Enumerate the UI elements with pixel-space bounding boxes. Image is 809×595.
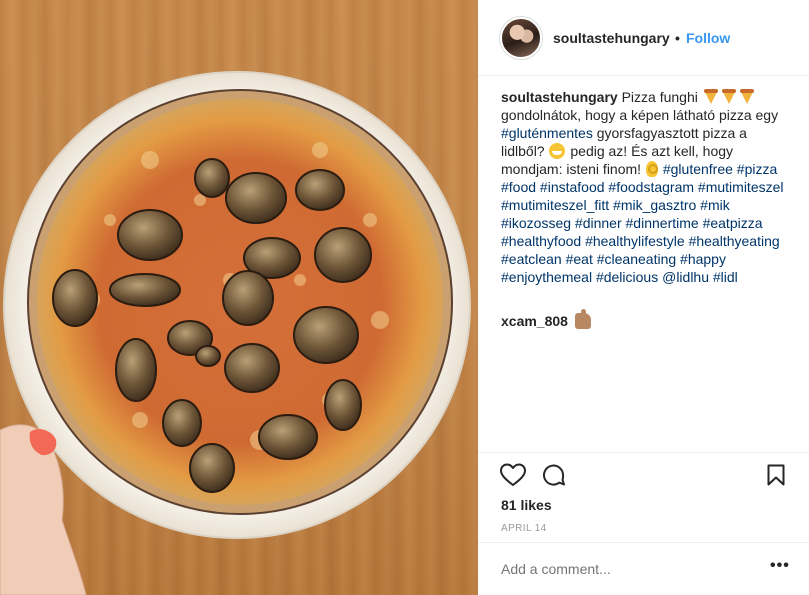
add-comment-bar: ••• (478, 542, 809, 595)
add-comment-input[interactable] (501, 561, 751, 577)
action-bar-divider (478, 452, 809, 453)
save-button[interactable] (767, 464, 785, 491)
thumbs-up-emoji (574, 309, 591, 329)
avatar[interactable] (500, 17, 542, 59)
post-details-panel: soultastehungary • Follow soultastehunga… (478, 0, 809, 595)
more-options-button[interactable]: ••• (770, 557, 790, 575)
post-header: soultastehungary • Follow (478, 0, 809, 76)
ok-hand-emoji (645, 161, 658, 177)
pizza-emoji (703, 89, 719, 105)
caption-username[interactable]: soultastehungary (501, 89, 618, 105)
post-photo[interactable] (0, 0, 478, 595)
bookmark-icon (767, 464, 785, 486)
header-separator: • (675, 30, 680, 46)
comment-username[interactable]: xcam_808 (501, 313, 568, 329)
pizza-emoji (721, 89, 737, 105)
follow-button[interactable]: Follow (686, 30, 730, 46)
comment-icon (543, 464, 565, 486)
heart-icon (500, 463, 526, 486)
pizza-emoji (739, 89, 755, 105)
post-author-username[interactable]: soultastehungary (553, 30, 670, 46)
hashtag-link[interactable]: #gluténmentes (501, 125, 593, 141)
like-button[interactable] (500, 463, 526, 492)
hashtag-list[interactable]: #glutenfree #pizza #food #instafood #foo… (501, 161, 784, 285)
comment: xcam_808 (501, 309, 591, 330)
likes-count[interactable]: 81 likes (501, 497, 552, 513)
comment-button[interactable] (542, 463, 566, 492)
pizza-image (0, 71, 471, 595)
post-date[interactable]: APRIL 14 (501, 523, 547, 534)
caption-text-1: Pizza funghi (621, 89, 698, 105)
caption-text-2: gondolnátok, hogy a képen látható pizza … (501, 107, 779, 123)
grin-emoji (549, 143, 566, 159)
post-caption: soultastehungary Pizza funghi gondolnáto… (501, 88, 793, 286)
